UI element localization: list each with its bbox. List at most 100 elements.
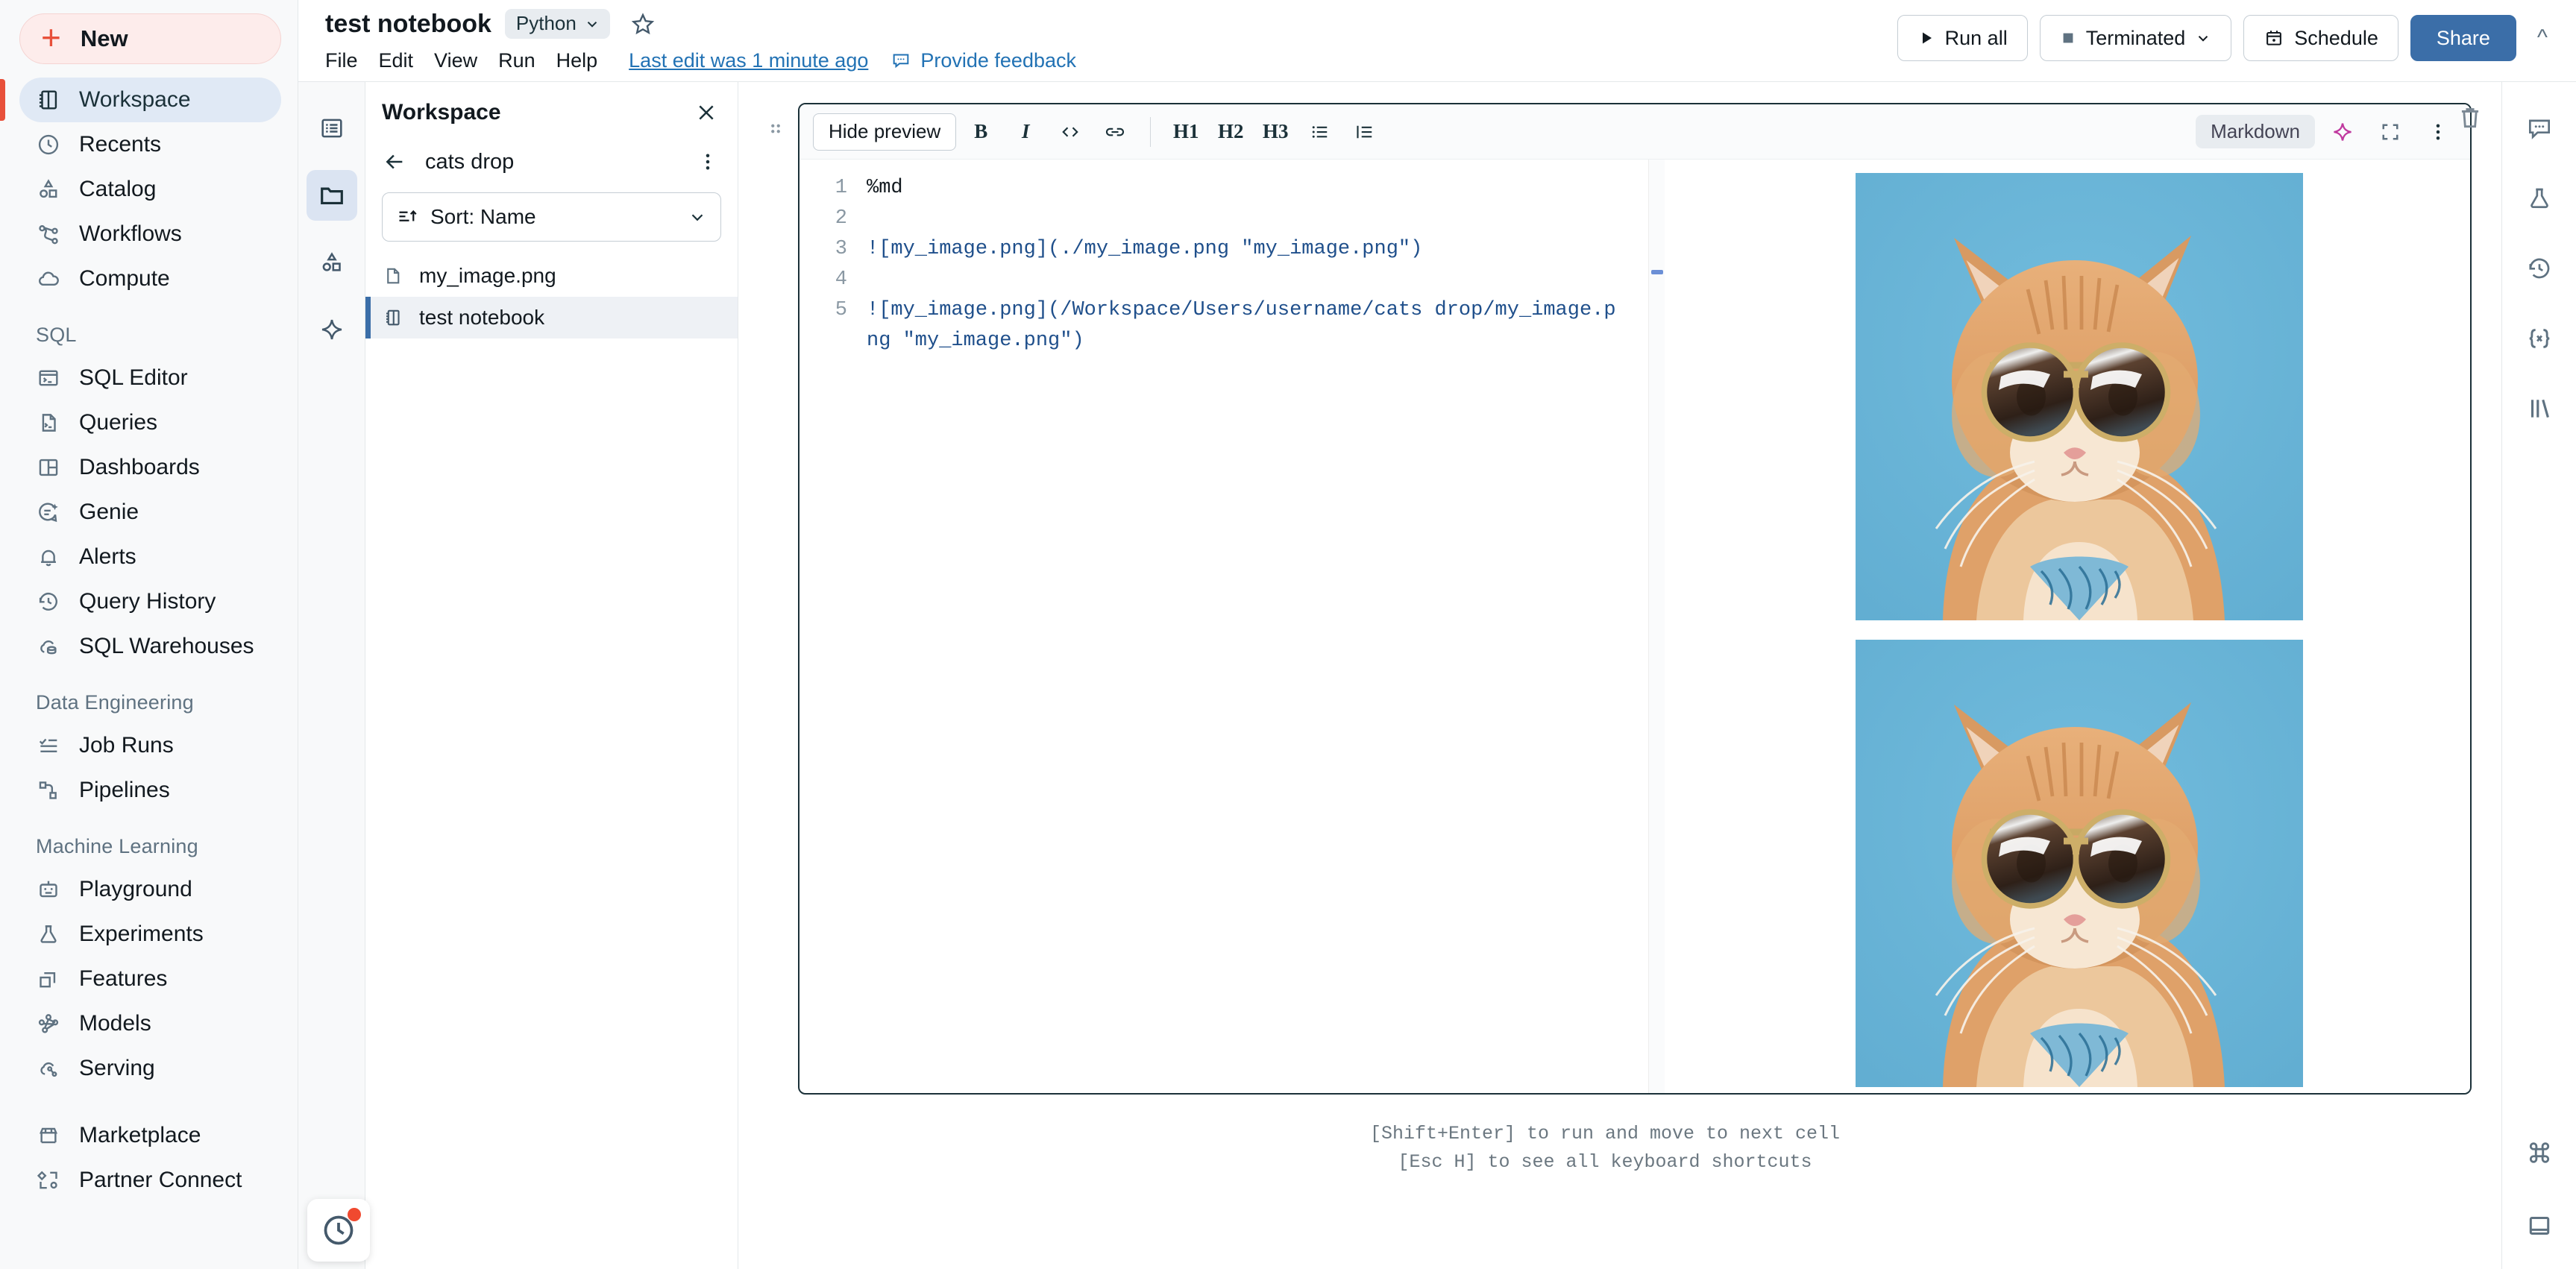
- plus-icon: +: [41, 18, 61, 57]
- new-button[interactable]: + New: [19, 13, 281, 64]
- menu-help[interactable]: Help: [556, 46, 612, 75]
- language-selector[interactable]: Python: [504, 9, 610, 39]
- sparkle-icon: [321, 319, 342, 340]
- sidebar-item-catalog[interactable]: Catalog: [19, 167, 281, 212]
- sidebar-item-job-runs[interactable]: Job Runs: [19, 723, 281, 768]
- folder-more-button[interactable]: [694, 147, 721, 177]
- cluster-status-button[interactable]: Terminated: [2039, 15, 2232, 61]
- schedule-button[interactable]: Schedule: [2243, 15, 2398, 61]
- italic-button[interactable]: I: [1005, 113, 1046, 151]
- code-button[interactable]: [1050, 113, 1090, 151]
- file-icon: [387, 268, 400, 284]
- dashboards-icon: [36, 455, 61, 480]
- close-panel-button[interactable]: [691, 98, 721, 127]
- sidebar-item-recents[interactable]: Recents: [19, 122, 281, 167]
- sidebar-item-marketplace[interactable]: Marketplace: [19, 1113, 281, 1158]
- splitter-grip[interactable]: [1651, 270, 1663, 274]
- libraries-button[interactable]: [2516, 385, 2563, 432]
- sidebar-item-partner-connect[interactable]: Partner Connect: [19, 1158, 281, 1203]
- favorite-star-button[interactable]: [628, 9, 658, 39]
- serving-icon: [36, 1056, 61, 1081]
- cell-body: 1 %md 2 3 ![my_image.png](./my_image.png…: [799, 160, 2470, 1093]
- experiments-button[interactable]: [2516, 174, 2563, 222]
- collapse-header-button[interactable]: ^: [2528, 25, 2557, 51]
- heading3-button[interactable]: H3: [1255, 113, 1295, 151]
- chevron-down-icon: [691, 214, 703, 221]
- sort-dropdown[interactable]: Sort: Name: [382, 192, 721, 242]
- sidebar-item-sql-editor[interactable]: SQL Editor: [19, 356, 281, 400]
- sidebar-item-alerts[interactable]: Alerts: [19, 535, 281, 579]
- link-button[interactable]: [1095, 113, 1135, 151]
- rail-button-workspace-files[interactable]: [306, 170, 357, 221]
- markdown-editor[interactable]: 1 %md 2 3 ![my_image.png](./my_image.png…: [799, 160, 1648, 1093]
- sidebar-item-workflows[interactable]: Workflows: [19, 212, 281, 256]
- assistant-button[interactable]: [2322, 113, 2363, 151]
- delete-cell-button[interactable]: [2448, 95, 2492, 140]
- toggle-bottom-panel-button[interactable]: [2516, 1202, 2563, 1250]
- menu-view[interactable]: View: [434, 46, 491, 75]
- code-lines: 1 %md 2 3 ![my_image.png](./my_image.png…: [799, 173, 1648, 356]
- menu-run[interactable]: Run: [498, 46, 549, 75]
- sidebar-item-compute[interactable]: Compute: [19, 256, 281, 301]
- notebook-content: Hide preview B I H1 H2 H3 Markdown 1 %md…: [738, 82, 2501, 1269]
- provide-feedback-button[interactable]: Provide feedback: [890, 49, 1076, 72]
- sidebar-item-pipelines[interactable]: Pipelines: [19, 768, 281, 813]
- cluster-status-label: Terminated: [2085, 26, 2186, 49]
- notebook-cell: Hide preview B I H1 H2 H3 Markdown 1 %md…: [798, 103, 2472, 1095]
- numbered-list-icon: [1357, 125, 1372, 138]
- rail-button-assistant[interactable]: [307, 304, 357, 355]
- sidebar-item-sql-warehouses[interactable]: SQL Warehouses: [19, 624, 281, 669]
- sql-editor-icon: [36, 365, 61, 391]
- version-history-button[interactable]: [2516, 245, 2563, 292]
- hint-line-1: [Shift+Enter] to run and move to next ce…: [1369, 1123, 1841, 1144]
- back-button[interactable]: [382, 148, 409, 175]
- sidebar-group-machine-learning: Machine Learning: [36, 835, 198, 857]
- cell-language-pill[interactable]: Markdown: [2196, 115, 2315, 148]
- sidebar-item-queries[interactable]: Queries: [19, 400, 281, 445]
- bullet-list-icon: [1313, 125, 1328, 138]
- list-item[interactable]: my_image.png: [365, 255, 738, 297]
- sidebar-item-models[interactable]: Models: [19, 1001, 281, 1046]
- share-button[interactable]: Share: [2410, 15, 2516, 61]
- sidebar-item-genie[interactable]: Genie: [19, 490, 281, 535]
- rail-button-notebook-outline[interactable]: [307, 103, 357, 154]
- header-actions: Run all Terminated Schedule Share ^: [1897, 0, 2557, 61]
- sidebar-item-serving[interactable]: Serving: [19, 1046, 281, 1091]
- notebook-icon: [386, 309, 400, 326]
- sidebar-item-features[interactable]: Features: [19, 957, 281, 1001]
- bullet-list-button[interactable]: [1300, 113, 1340, 151]
- schedule-label: Schedule: [2294, 26, 2378, 49]
- last-edit-link[interactable]: Last edit was 1 minute ago: [629, 49, 868, 72]
- bold-button[interactable]: B: [961, 113, 1001, 151]
- run-all-button[interactable]: Run all: [1897, 15, 2028, 61]
- new-button-label: New: [80, 25, 128, 51]
- panel-icon: [2529, 1217, 2549, 1235]
- variables-button[interactable]: [2516, 315, 2563, 362]
- sidebar-item-dashboards[interactable]: Dashboards: [19, 445, 281, 490]
- rail-button-catalog[interactable]: [307, 237, 357, 288]
- comments-button[interactable]: [2516, 104, 2563, 152]
- code-line: 5 ![my_image.png](/Workspace/Users/usern…: [799, 295, 1648, 356]
- bell-icon: [36, 544, 61, 570]
- workspace-panel-header: Workspace: [365, 82, 738, 131]
- fullscreen-button[interactable]: [2370, 113, 2410, 151]
- sidebar-item-label: Features: [79, 966, 168, 991]
- hide-preview-button[interactable]: Hide preview: [813, 113, 957, 151]
- menu-edit[interactable]: Edit: [379, 46, 427, 75]
- sidebar-item-query-history[interactable]: Query History: [19, 579, 281, 624]
- list-item[interactable]: test notebook: [365, 297, 738, 338]
- recents-clock-badge[interactable]: [307, 1199, 370, 1262]
- numbered-list-button[interactable]: [1345, 113, 1385, 151]
- editor-preview-splitter[interactable]: [1648, 160, 1665, 1093]
- cell-drag-handle[interactable]: [753, 103, 798, 142]
- menu-file[interactable]: File: [325, 46, 371, 75]
- sidebar-item-experiments[interactable]: Experiments: [19, 912, 281, 957]
- sidebar-item-playground[interactable]: Playground: [19, 867, 281, 912]
- sidebar-item-workspace[interactable]: Workspace: [0, 78, 281, 122]
- workspace-file-list: my_image.png test notebook: [365, 255, 738, 338]
- databricks-notebook-app: + New Workspace Recents Catalog Workflow…: [0, 0, 2576, 1269]
- heading1-button[interactable]: H1: [1166, 113, 1206, 151]
- flask-icon: [2530, 188, 2548, 209]
- heading2-button[interactable]: H2: [1210, 113, 1251, 151]
- shortcuts-button[interactable]: [2516, 1129, 2563, 1177]
